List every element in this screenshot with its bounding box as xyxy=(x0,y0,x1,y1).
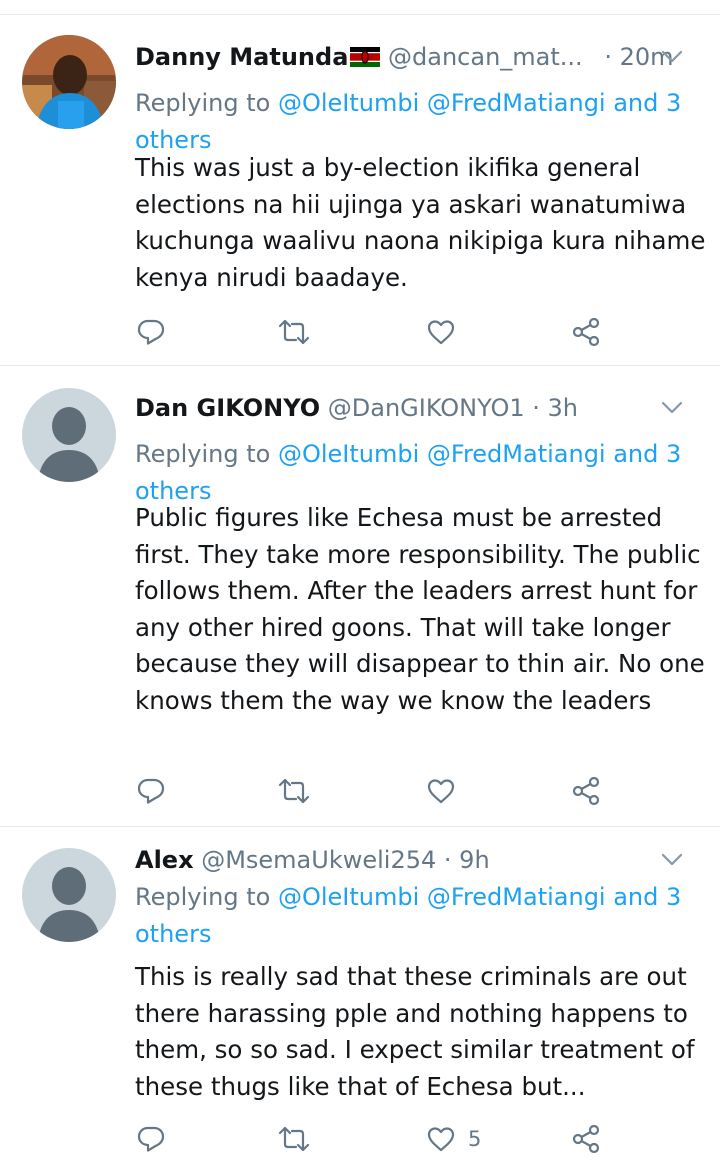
user-handle[interactable]: @DanGIKONYO1 xyxy=(328,394,525,422)
tweet-text: This is really sad that these criminals … xyxy=(135,962,695,1101)
tweet[interactable]: Danny Matunda @dancan_mat... · 20m Reply… xyxy=(0,15,720,366)
tweet-actions: 5 xyxy=(0,1119,720,1159)
replying-to-label: Replying to xyxy=(135,440,271,468)
retweet-button[interactable] xyxy=(277,1119,311,1159)
timestamp: · 9h xyxy=(443,846,490,874)
like-count: 5 xyxy=(468,1127,482,1151)
reply-icon xyxy=(137,1126,165,1152)
chevron-down-icon[interactable] xyxy=(660,390,684,426)
tweet-header: Danny Matunda @dancan_mat... · 20m xyxy=(135,39,700,75)
share-icon xyxy=(572,317,600,347)
chevron-down-icon[interactable] xyxy=(660,39,684,75)
like-button[interactable] xyxy=(426,312,468,352)
heart-icon xyxy=(427,1127,455,1152)
replying-to: Replying to @OleItumbi @FredMatiangi and… xyxy=(135,85,705,159)
avatar[interactable] xyxy=(22,848,116,942)
like-button[interactable] xyxy=(426,771,468,811)
tweet-text: This was just a by-election ikifika gene… xyxy=(135,153,706,292)
retweet-icon xyxy=(278,1126,310,1152)
replying-to: Replying to @OleItumbi @FredMatiangi and… xyxy=(135,879,705,953)
user-handle[interactable]: @MsemaUkweli254 xyxy=(201,846,436,874)
tweet[interactable]: Dan GIKONYO @DanGIKONYO1 · 3h Replying t… xyxy=(0,366,720,827)
retweet-button[interactable] xyxy=(277,312,311,352)
display-name[interactable]: Alex xyxy=(135,846,194,874)
reply-button[interactable] xyxy=(136,312,166,352)
retweet-icon xyxy=(278,319,310,345)
chevron-down-icon[interactable] xyxy=(660,842,684,878)
tweet-actions xyxy=(0,771,720,811)
tweet[interactable]: Alex @MsemaUkweli254 · 9h Replying to @O… xyxy=(0,827,720,1173)
avatar[interactable] xyxy=(22,35,116,129)
default-profile-icon xyxy=(22,848,116,942)
reply-button[interactable] xyxy=(136,771,166,811)
share-button[interactable] xyxy=(570,312,602,352)
share-button[interactable] xyxy=(570,1119,602,1159)
user-handle[interactable]: @dancan_mat... xyxy=(388,43,583,71)
tweet-header: Dan GIKONYO @DanGIKONYO1 · 3h xyxy=(135,390,700,426)
tweet-text: Public figures like Echesa must be arres… xyxy=(135,503,705,715)
heart-icon xyxy=(427,779,455,804)
retweet-icon xyxy=(278,778,310,804)
share-button[interactable] xyxy=(570,771,602,811)
profile-photo xyxy=(22,35,116,129)
tweet-header: Alex @MsemaUkweli254 · 9h xyxy=(135,842,700,878)
kenya-flag-icon xyxy=(350,47,381,67)
like-button[interactable]: 5 xyxy=(426,1119,481,1159)
avatar[interactable] xyxy=(22,388,116,482)
display-name[interactable]: Danny Matunda xyxy=(135,43,348,71)
tweet-actions xyxy=(0,312,720,352)
top-divider xyxy=(0,0,720,15)
retweet-button[interactable] xyxy=(277,771,311,811)
default-profile-icon xyxy=(22,388,116,482)
replying-to-label: Replying to xyxy=(135,89,271,117)
reply-icon xyxy=(137,319,165,345)
replying-to: Replying to @OleItumbi @FredMatiangi and… xyxy=(135,436,705,510)
share-icon xyxy=(572,776,600,806)
replying-to-label: Replying to xyxy=(135,883,271,911)
timestamp: · 3h xyxy=(532,394,579,422)
share-icon xyxy=(572,1124,600,1154)
display-name[interactable]: Dan GIKONYO xyxy=(135,394,320,422)
heart-icon xyxy=(427,320,455,345)
reply-icon xyxy=(137,778,165,804)
reply-button[interactable] xyxy=(136,1119,166,1159)
